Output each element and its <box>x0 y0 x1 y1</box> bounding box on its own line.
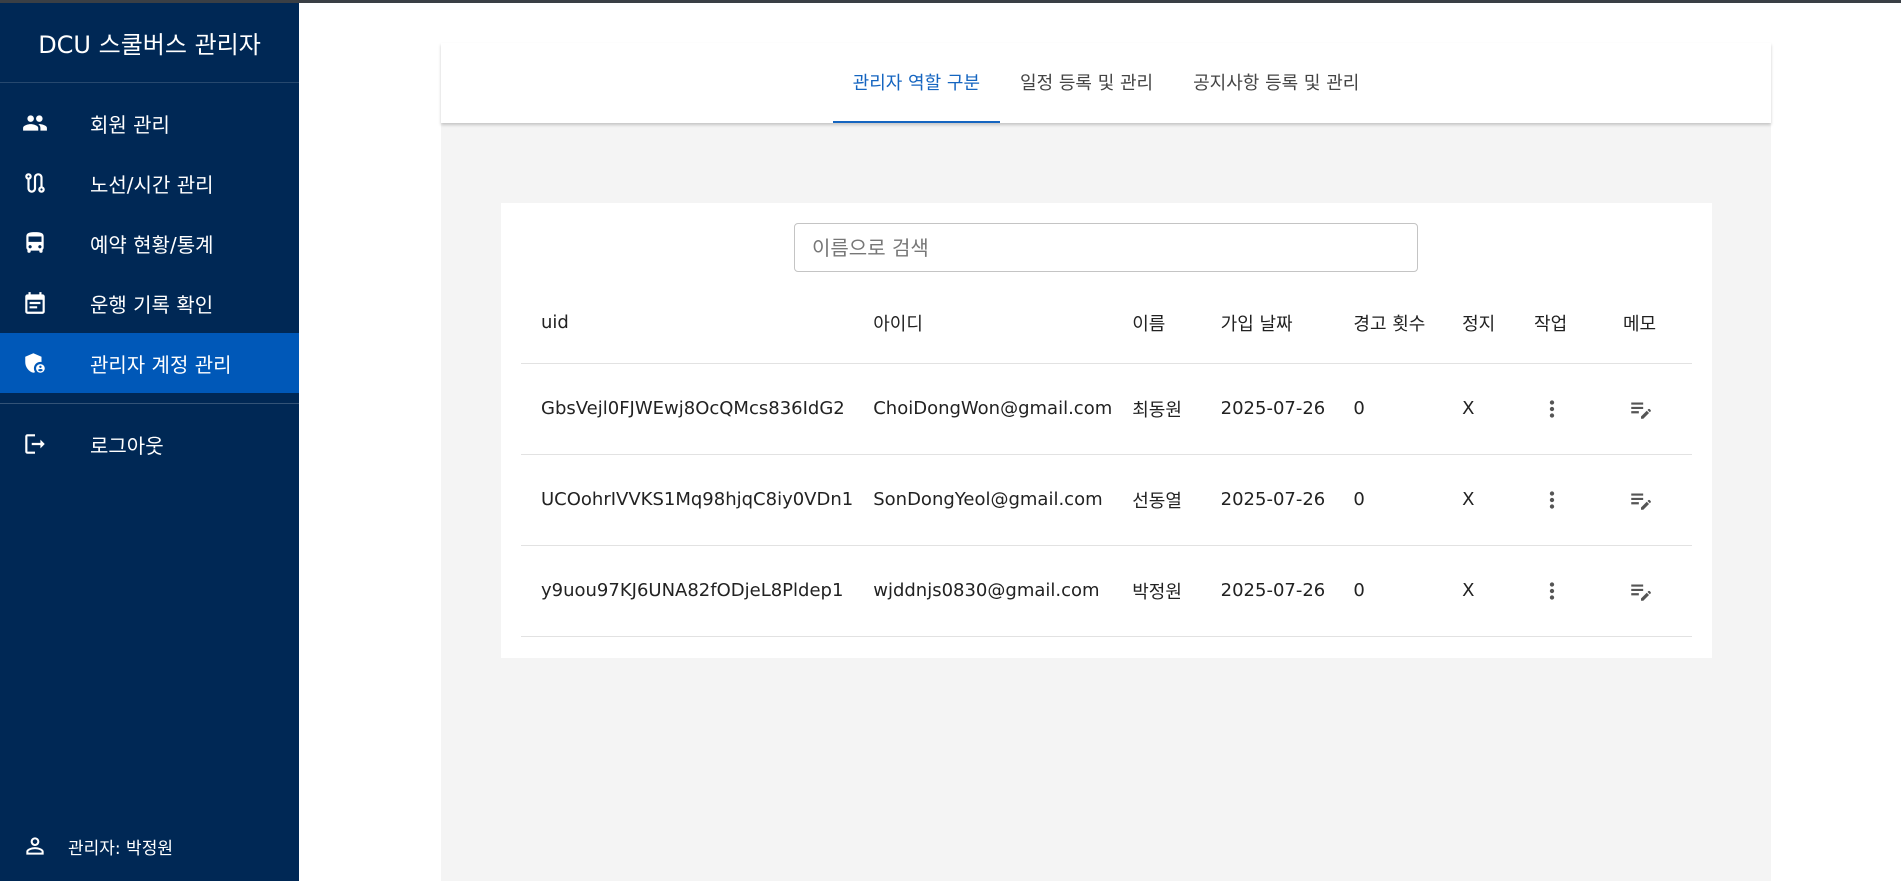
sidebar-item-routes[interactable]: 노선/시간 관리 <box>0 153 299 213</box>
column-header-uid[interactable]: uid <box>521 283 854 364</box>
admin-shield-icon <box>22 350 48 376</box>
calendar-icon <box>22 290 48 316</box>
sidebar-item-members[interactable]: 회원 관리 <box>0 93 299 153</box>
column-header-name[interactable]: 이름 <box>1112 283 1201 364</box>
window-top-bar <box>0 0 1901 3</box>
cell-suspended: X <box>1442 454 1515 546</box>
cell-suspended: X <box>1442 363 1515 455</box>
sidebar-item-reservations[interactable]: 예약 현황/통계 <box>0 213 299 273</box>
cell-uid: y9uou97KJ6UNA82fODjeL8Pldep1 <box>521 545 854 637</box>
admin-table-card: uid 아이디 이름 가입 날짜 경고 횟수 정지 작업 메모 GbsVejl0… <box>501 203 1712 658</box>
more-vert-icon[interactable] <box>1534 391 1570 427</box>
sidebar-item-admin-accounts[interactable]: 관리자 계정 관리 <box>0 333 299 393</box>
sidebar-item-label: 예약 현황/통계 <box>90 232 214 257</box>
current-user: 관리자: 박정원 <box>0 833 173 859</box>
logout-label: 로그아웃 <box>90 433 164 458</box>
admin-table: uid 아이디 이름 가입 날짜 경고 횟수 정지 작업 메모 GbsVejl0… <box>521 283 1692 637</box>
column-header-memo: 메모 <box>1602 283 1692 364</box>
cell-email: SonDongYeol@gmail.com <box>853 454 1113 546</box>
column-header-joined[interactable]: 가입 날짜 <box>1200 283 1334 364</box>
content-panel: 관리자 역할 구분 일정 등록 및 관리 공지사항 등록 및 관리 이름으로 검… <box>441 43 1771 881</box>
sidebar-item-label: 운행 기록 확인 <box>90 292 214 317</box>
cell-uid: GbsVejl0FJWEwj8OcQMcs836IdG2 <box>521 363 854 455</box>
cell-memo <box>1602 454 1692 546</box>
cell-warnings: 0 <box>1333 454 1443 546</box>
tab-schedule[interactable]: 일정 등록 및 관리 <box>1000 43 1173 123</box>
logout-icon <box>22 431 48 457</box>
sidebar-item-label: 관리자 계정 관리 <box>90 352 232 377</box>
edit-note-icon[interactable] <box>1623 391 1659 427</box>
table-row: GbsVejl0FJWEwj8OcQMcs836IdG2 ChoiDongWon… <box>521 363 1692 455</box>
route-icon <box>22 170 48 196</box>
bus-icon <box>22 230 48 256</box>
table-row: UCOohrIVVKS1Mq98hjqC8iy0VDn1 SonDongYeol… <box>521 454 1692 546</box>
cell-suspended: X <box>1442 545 1515 637</box>
cell-warnings: 0 <box>1333 363 1443 455</box>
app-title: DCU 스쿨버스 관리자 <box>0 3 299 83</box>
main-content: 관리자 역할 구분 일정 등록 및 관리 공지사항 등록 및 관리 이름으로 검… <box>299 3 1901 881</box>
edit-note-icon[interactable] <box>1623 573 1659 609</box>
cell-memo <box>1602 545 1692 637</box>
people-icon <box>22 110 48 136</box>
cell-actions <box>1514 545 1603 637</box>
table-header-row: uid 아이디 이름 가입 날짜 경고 횟수 정지 작업 메모 <box>521 283 1692 364</box>
current-user-label: 관리자: 박정원 <box>68 838 173 859</box>
edit-note-icon[interactable] <box>1623 482 1659 518</box>
cell-name: 선동열 <box>1112 454 1201 546</box>
column-header-suspended[interactable]: 정지 <box>1442 283 1515 364</box>
sidebar-item-label: 회원 관리 <box>90 112 170 137</box>
cell-name: 최동원 <box>1112 363 1201 455</box>
cell-uid: UCOohrIVVKS1Mq98hjqC8iy0VDn1 <box>521 454 854 546</box>
more-vert-icon[interactable] <box>1534 482 1570 518</box>
column-header-id[interactable]: 아이디 <box>853 283 1113 364</box>
tab-bar: 관리자 역할 구분 일정 등록 및 관리 공지사항 등록 및 관리 <box>441 43 1771 123</box>
tab-notices[interactable]: 공지사항 등록 및 관리 <box>1173 43 1379 123</box>
cell-memo <box>1602 363 1692 455</box>
table-row: y9uou97KJ6UNA82fODjeL8Pldep1 wjddnjs0830… <box>521 545 1692 637</box>
cell-email: ChoiDongWon@gmail.com <box>853 363 1113 455</box>
cell-joined: 2025-07-26 <box>1200 363 1334 455</box>
cell-joined: 2025-07-26 <box>1200 454 1334 546</box>
person-icon <box>26 837 44 855</box>
sidebar-item-logs[interactable]: 운행 기록 확인 <box>0 273 299 333</box>
tab-admin-roles[interactable]: 관리자 역할 구분 <box>832 43 1001 123</box>
logout-button[interactable]: 로그아웃 <box>0 414 299 474</box>
search-input[interactable] <box>794 223 1418 272</box>
sidebar: DCU 스쿨버스 관리자 회원 관리 노선/시간 관리 예약 현황/통계 운행 … <box>0 3 299 881</box>
sidebar-item-label: 노선/시간 관리 <box>90 172 214 197</box>
column-header-actions: 작업 <box>1514 283 1603 364</box>
more-vert-icon[interactable] <box>1534 573 1570 609</box>
cell-joined: 2025-07-26 <box>1200 545 1334 637</box>
cell-actions <box>1514 363 1603 455</box>
cell-email: wjddnjs0830@gmail.com <box>853 545 1113 637</box>
cell-warnings: 0 <box>1333 545 1443 637</box>
cell-name: 박정원 <box>1112 545 1201 637</box>
column-header-warnings[interactable]: 경고 횟수 <box>1333 283 1443 364</box>
cell-actions <box>1514 454 1603 546</box>
